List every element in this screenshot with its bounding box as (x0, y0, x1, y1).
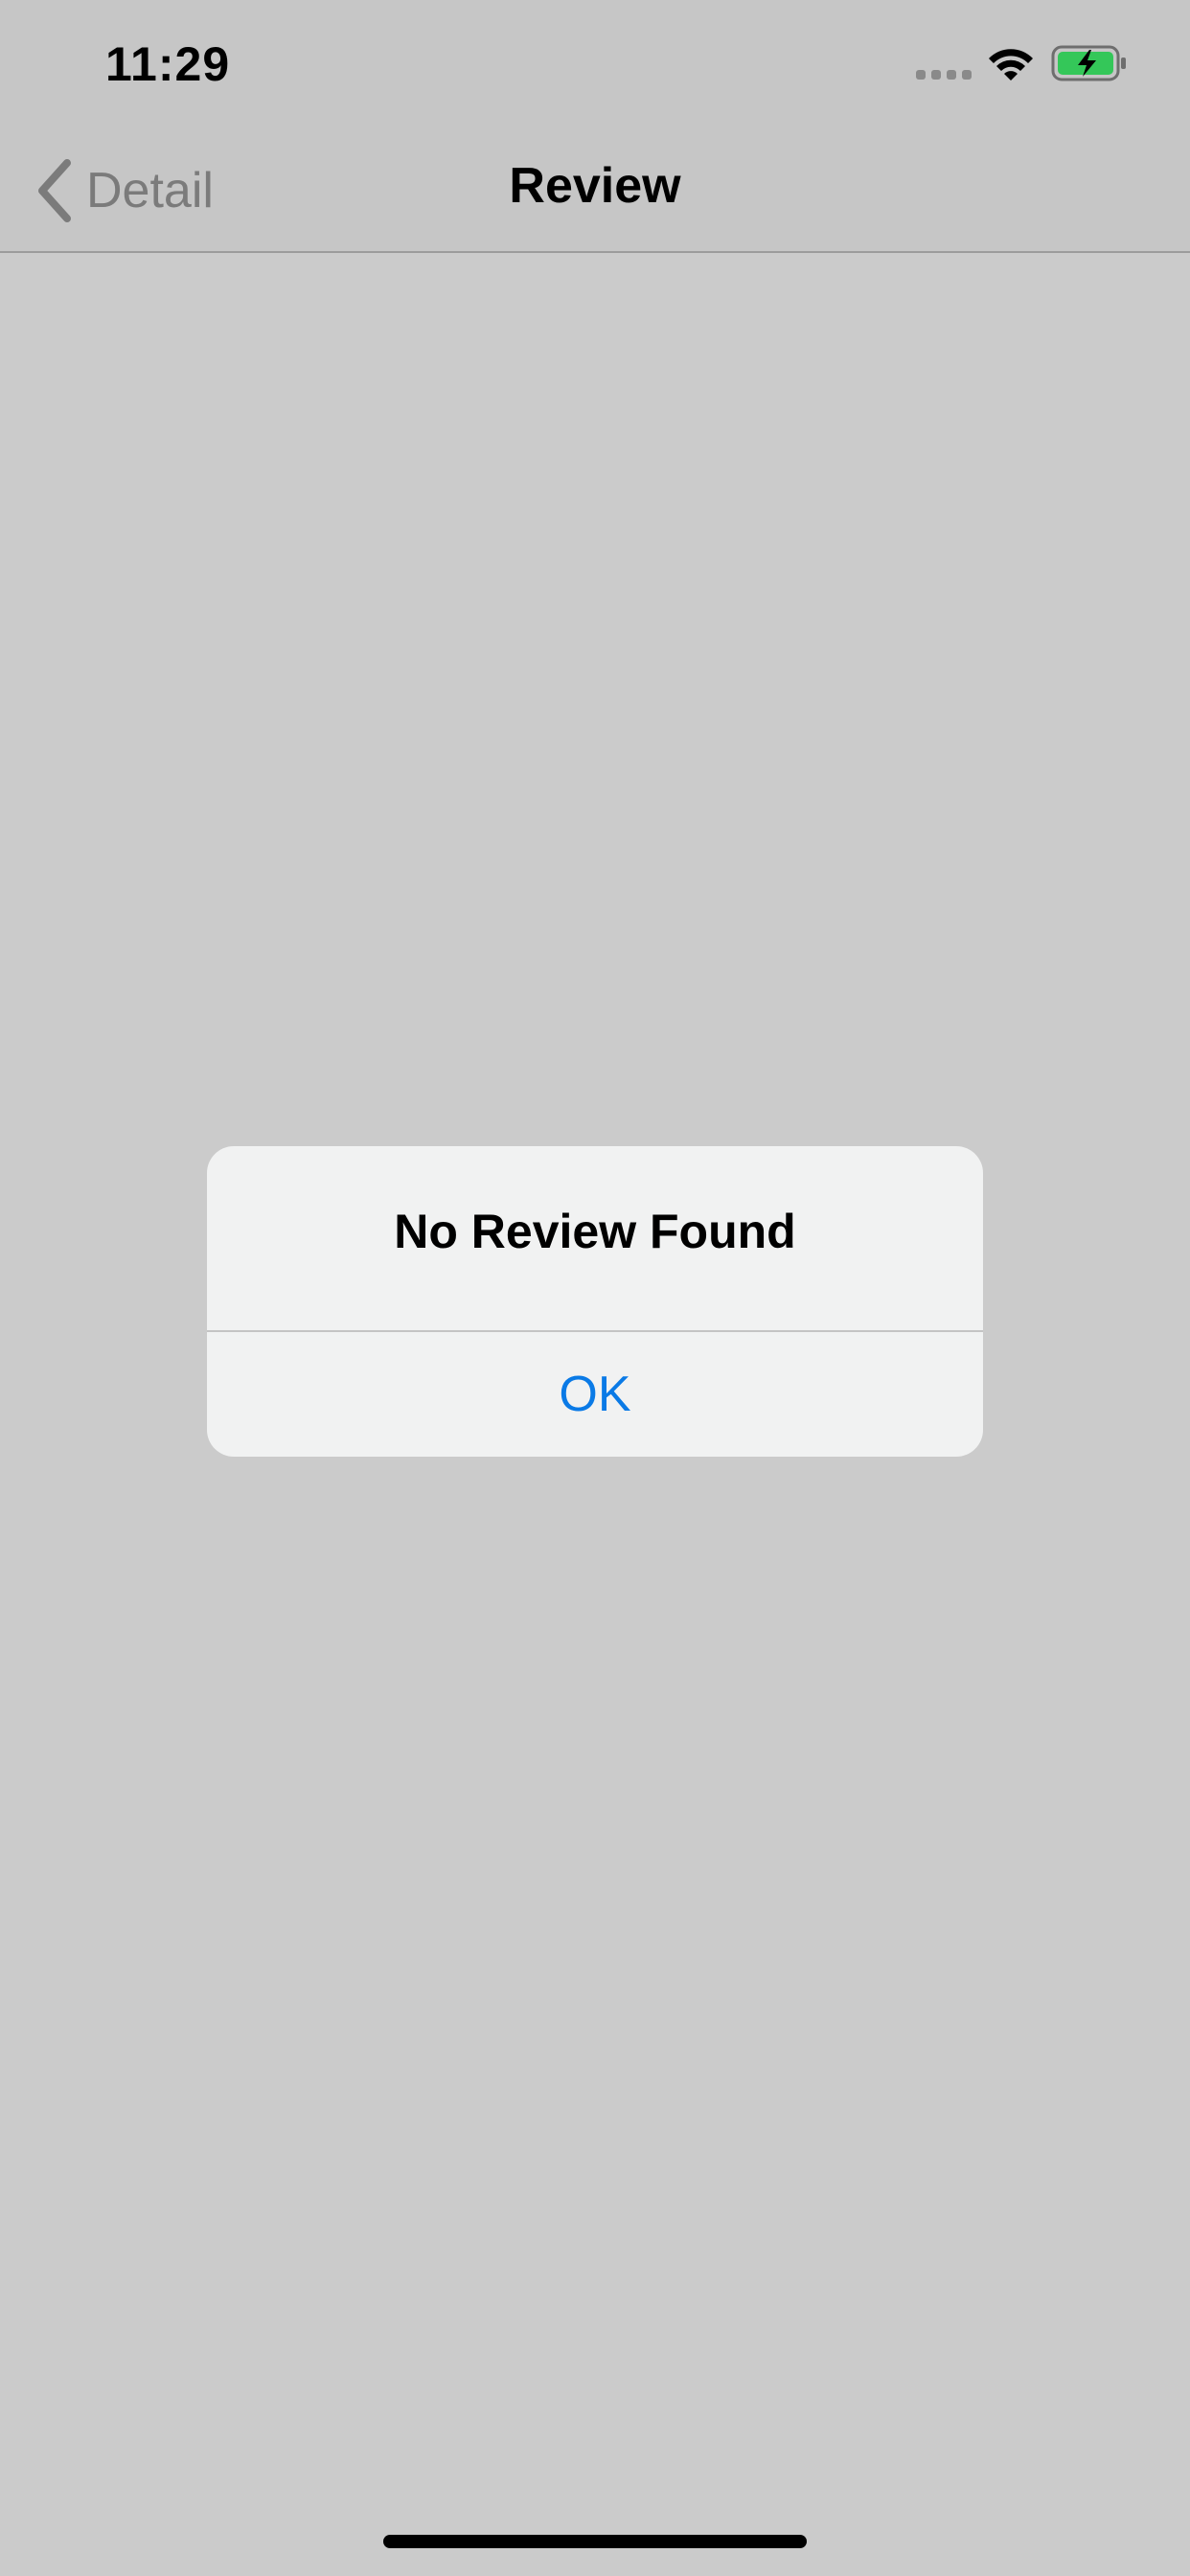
status-time: 11:29 (105, 37, 231, 91)
battery-charging-icon (1051, 45, 1126, 81)
alert-dialog: No Review Found OK (207, 1146, 983, 1457)
signal-dots-icon (916, 70, 972, 80)
wifi-icon (989, 49, 1033, 80)
home-indicator[interactable] (383, 2535, 807, 2548)
navigation-bar: Detail Review (0, 126, 1190, 253)
status-bar: 11:29 (0, 0, 1190, 126)
alert-title: No Review Found (394, 1205, 796, 1258)
ok-button[interactable]: OK (207, 1332, 983, 1457)
page-title: Review (509, 158, 681, 214)
